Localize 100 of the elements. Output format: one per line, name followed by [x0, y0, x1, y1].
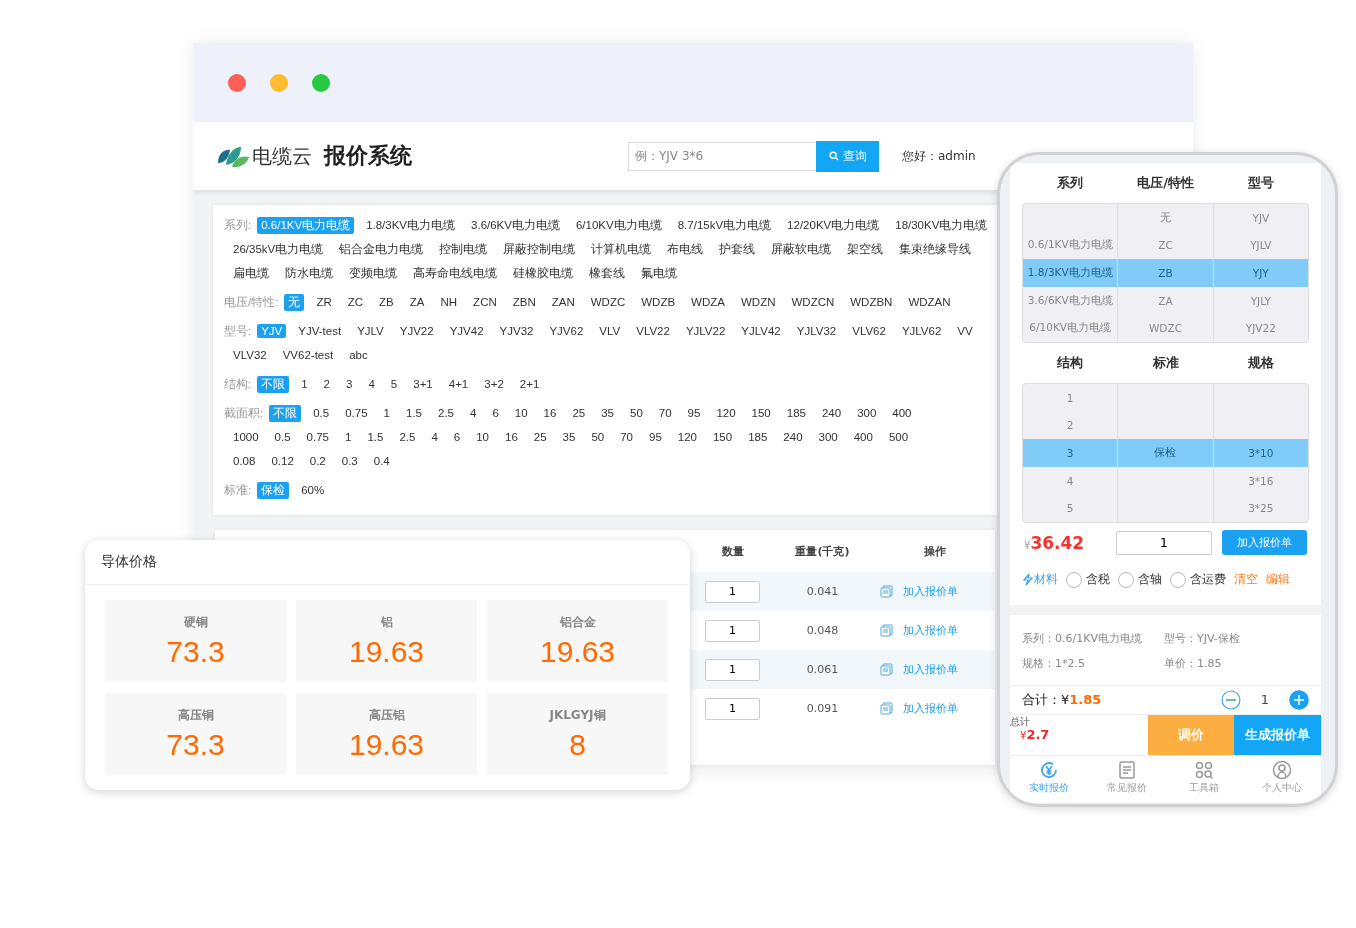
filter-tag[interactable]: WDZBN	[846, 295, 897, 309]
filter-tag[interactable]: 500	[884, 430, 913, 444]
selected-picker-row[interactable]: 3 保检 3*10	[1023, 439, 1308, 467]
selected-picker-row[interactable]: 1.8/3KV电力电缆 ZB YJY	[1023, 259, 1308, 287]
filter-tag[interactable]: 高寿命电线电缆	[409, 264, 501, 282]
filter-tag[interactable]: 6	[449, 430, 465, 444]
filter-tag[interactable]: 70	[616, 430, 637, 444]
filter-tag[interactable]: 1	[297, 377, 312, 391]
filter-tag[interactable]: YJLV32	[792, 324, 841, 338]
filter-tag[interactable]: 3	[342, 377, 357, 391]
filter-tag[interactable]: 10	[472, 430, 493, 444]
quantity-field[interactable]: 1	[705, 619, 760, 642]
filter-tag[interactable]: 集束绝缘导线	[895, 240, 976, 258]
filter-tag[interactable]: 0.5	[309, 406, 334, 420]
filter-tag[interactable]: 4	[466, 406, 481, 420]
filter-tag[interactable]: 6	[488, 406, 503, 420]
filter-tag[interactable]: 35	[597, 406, 618, 420]
filter-tag[interactable]: ZAN	[547, 295, 579, 309]
quantity-field[interactable]: 1	[705, 658, 760, 681]
filter-tag[interactable]: 400	[888, 406, 916, 420]
filter-tag[interactable]: 硅橡胶电缆	[509, 264, 577, 282]
filter-tag[interactable]: 扁电缆	[229, 264, 273, 282]
filter-tag[interactable]: 0.5	[270, 430, 295, 444]
filter-tag[interactable]: 150	[708, 430, 737, 444]
filter-tag[interactable]: 5	[386, 377, 402, 391]
filter-tag[interactable]: 16	[539, 406, 561, 420]
filter-tag[interactable]: 0.4	[369, 454, 394, 468]
filter-tag[interactable]: 185	[744, 430, 772, 444]
filter-tag[interactable]: ZA	[405, 295, 429, 309]
filter-tag[interactable]: YJLV22	[681, 324, 730, 338]
filter-tag[interactable]: WDZA	[687, 295, 729, 309]
filter-tag[interactable]: WDZAN	[904, 295, 955, 309]
filter-tag[interactable]: 95	[645, 430, 666, 444]
picker-option[interactable]: 3	[1066, 446, 1074, 459]
filter-tag[interactable]: ZR	[312, 295, 336, 309]
filter-tag[interactable]: YJV-test	[294, 324, 346, 338]
filter-tag[interactable]: 0.3	[337, 454, 362, 468]
filter-tag[interactable]: 60%	[297, 483, 329, 497]
filter-tag[interactable]: 0.08	[229, 454, 260, 468]
option-radio[interactable]: 含税	[1066, 571, 1110, 588]
picker-wheel[interactable]: 无 YJV 0.6/1KV电力电缆 ZC YJLV 1.8/3KV电力电缆 ZB YJY 3.6/6KV电力电缆 ZA YJLY 6/10KV电力电缆 WDZC YJV22	[1022, 203, 1309, 343]
filter-tag[interactable]: 架空线	[843, 240, 888, 258]
filter-tag[interactable]: 10	[510, 406, 532, 420]
filter-tag[interactable]: 120	[712, 406, 740, 420]
picker-option[interactable]: 1.8/3KV电力电缆	[1027, 266, 1113, 280]
filter-tag[interactable]: 300	[853, 406, 881, 420]
filter-tag[interactable]: 3+1	[409, 377, 437, 391]
picker-option[interactable]: YJY	[1252, 267, 1269, 279]
minimize-dot-icon[interactable]	[270, 73, 288, 92]
filter-tag[interactable]: 1.5	[402, 406, 426, 420]
filter-tag[interactable]: 屏蔽软电缆	[767, 240, 836, 258]
filter-tag[interactable]: 4+1	[444, 377, 473, 391]
filter-tag[interactable]: 计算机电缆	[587, 240, 656, 258]
copy-icon[interactable]	[880, 702, 893, 715]
filter-tag[interactable]: 25	[529, 430, 551, 444]
filter-tag[interactable]: YJV42	[445, 324, 488, 338]
filter-tag[interactable]: VV62-test	[278, 348, 338, 362]
filter-tag[interactable]: 4	[427, 430, 442, 444]
filter-tag[interactable]: YJLV42	[737, 324, 785, 338]
filter-tag[interactable]: YJLV	[353, 324, 388, 338]
filter-tag[interactable]: ZB	[375, 295, 398, 309]
filter-tag[interactable]: 50	[587, 430, 609, 444]
filter-tag[interactable]: 240	[779, 430, 807, 444]
quantity-field[interactable]: 1	[705, 580, 760, 603]
filter-tag[interactable]: 70	[654, 406, 676, 420]
filter-tag[interactable]: 1	[379, 406, 394, 420]
filter-tag[interactable]: 3+2	[480, 377, 508, 391]
filter-tag[interactable]: 防水电缆	[281, 264, 337, 282]
filter-tag[interactable]: 4	[364, 377, 379, 391]
filter-tag[interactable]: 布电线	[663, 240, 708, 258]
filter-tag[interactable]: 0.2	[305, 454, 330, 468]
filter-tag[interactable]: 护套线	[715, 240, 760, 258]
filter-tag[interactable]: 400	[849, 430, 877, 444]
option-radio[interactable]: 含轴	[1118, 571, 1162, 588]
filter-tag[interactable]: WDZN	[736, 295, 780, 309]
filter-tag[interactable]: VV	[953, 324, 977, 338]
filter-tag[interactable]: 12/20KV电力电缆	[783, 216, 884, 234]
maximize-dot-icon[interactable]	[312, 73, 330, 92]
filter-tag[interactable]: 26/35kV电力电缆	[229, 240, 328, 258]
filter-tag[interactable]: ZCN	[469, 295, 501, 309]
filter-tag[interactable]: 1.5	[363, 430, 388, 444]
plus-icon[interactable]	[1289, 689, 1309, 710]
filter-tag[interactable]: WDZC	[586, 295, 630, 309]
filter-tag[interactable]: YJV22	[395, 324, 438, 338]
copy-icon[interactable]	[880, 624, 893, 637]
filter-tag[interactable]: 0.12	[267, 454, 298, 468]
filter-tag[interactable]: 3.6/6KV电力电缆	[467, 216, 564, 234]
filter-tag[interactable]: abc	[345, 348, 372, 362]
filter-tag[interactable]: 185	[782, 406, 810, 420]
filter-tag[interactable]: ZC	[343, 295, 368, 309]
filter-tag[interactable]: YJV62	[545, 324, 588, 338]
minus-icon[interactable]	[1221, 689, 1241, 710]
filter-tag[interactable]: 1.8/3KV电力电缆	[362, 216, 460, 234]
filter-tag[interactable]: 2.5	[395, 430, 420, 444]
filter-tag[interactable]: WDZCN	[787, 295, 839, 309]
filter-tag[interactable]: 0.75	[341, 406, 372, 420]
filter-tag[interactable]: 2.5	[434, 406, 458, 420]
filter-tag[interactable]: VLV32	[229, 348, 271, 362]
filter-tag[interactable]: 50	[626, 406, 647, 420]
filter-tag[interactable]: 18/30KV电力电缆	[891, 216, 992, 234]
